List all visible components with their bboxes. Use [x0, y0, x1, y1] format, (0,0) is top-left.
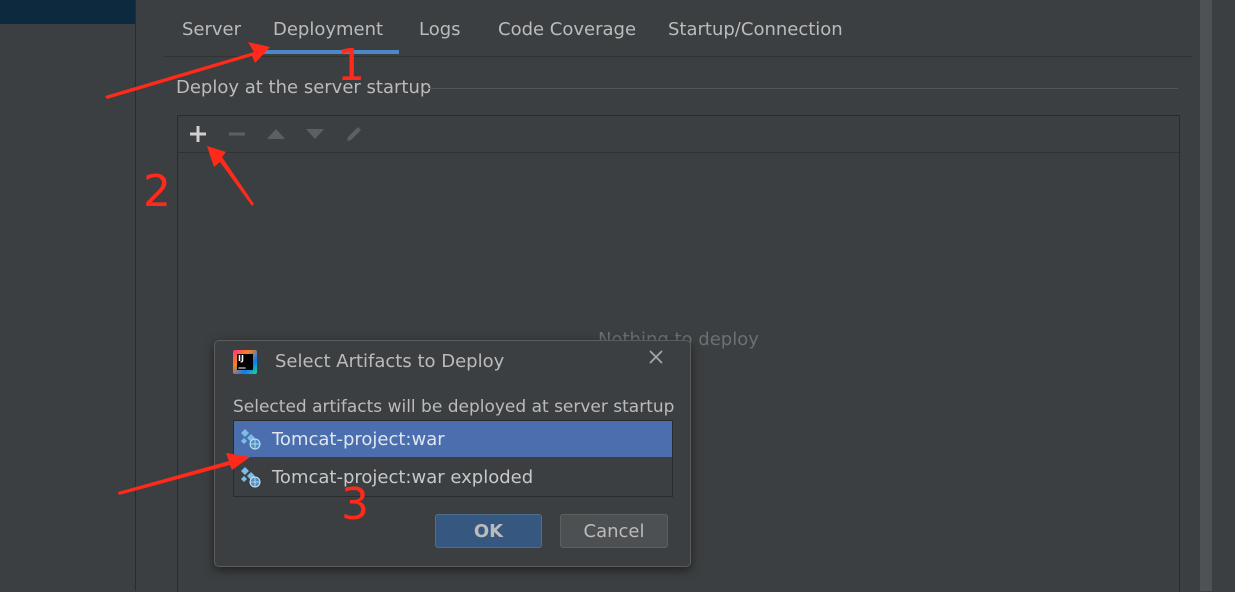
- tab-logs[interactable]: Logs: [419, 19, 461, 40]
- artifact-icon: [240, 428, 262, 450]
- move-up-icon[interactable]: [264, 122, 288, 146]
- artifact-label: Tomcat-project:war exploded: [272, 466, 534, 488]
- right-scroll-area: [1200, 0, 1235, 591]
- dialog-description: Selected artifacts will be deployed at s…: [233, 397, 675, 417]
- tab-server[interactable]: Server: [182, 19, 241, 40]
- artifact-item-war-exploded[interactable]: Tomcat-project:war exploded: [234, 459, 672, 495]
- intellij-logo-icon: IJ —: [233, 350, 257, 374]
- deploy-toolbar: [178, 116, 1179, 153]
- artifact-list: Tomcat-project:war Tomcat-project:war ex…: [233, 420, 673, 497]
- ok-button[interactable]: OK: [435, 514, 542, 548]
- annotation-number-1: 1: [337, 40, 365, 91]
- group-separator: [428, 88, 1178, 89]
- select-artifacts-dialog: IJ — Select Artifacts to Deploy Selected …: [214, 340, 691, 567]
- annotation-number-3: 3: [341, 479, 369, 530]
- artifact-item-war[interactable]: Tomcat-project:war: [234, 421, 672, 457]
- deploy-group-title: Deploy at the server startup: [176, 77, 432, 98]
- tab-deployment[interactable]: Deployment: [273, 19, 383, 40]
- active-tab-indicator: [257, 50, 399, 54]
- vertical-scrollbar[interactable]: [1200, 0, 1212, 591]
- dialog-title: Select Artifacts to Deploy: [275, 351, 505, 372]
- close-icon[interactable]: [645, 348, 667, 370]
- tab-code-coverage[interactable]: Code Coverage: [498, 19, 636, 40]
- plus-icon[interactable]: [186, 122, 210, 146]
- selected-config-row[interactable]: [0, 0, 135, 24]
- tab-startup-connection[interactable]: Startup/Connection: [668, 19, 843, 40]
- artifact-label: Tomcat-project:war: [272, 428, 445, 450]
- minus-icon[interactable]: [225, 122, 249, 146]
- artifact-icon: [240, 466, 262, 488]
- move-down-icon[interactable]: [303, 122, 327, 146]
- config-tabs: Server Deployment Logs Code Coverage Sta…: [163, 0, 1193, 57]
- annotation-number-2: 2: [143, 166, 171, 217]
- left-config-pane: [0, 0, 136, 591]
- cancel-button[interactable]: Cancel: [560, 514, 668, 548]
- pencil-icon[interactable]: [342, 122, 366, 146]
